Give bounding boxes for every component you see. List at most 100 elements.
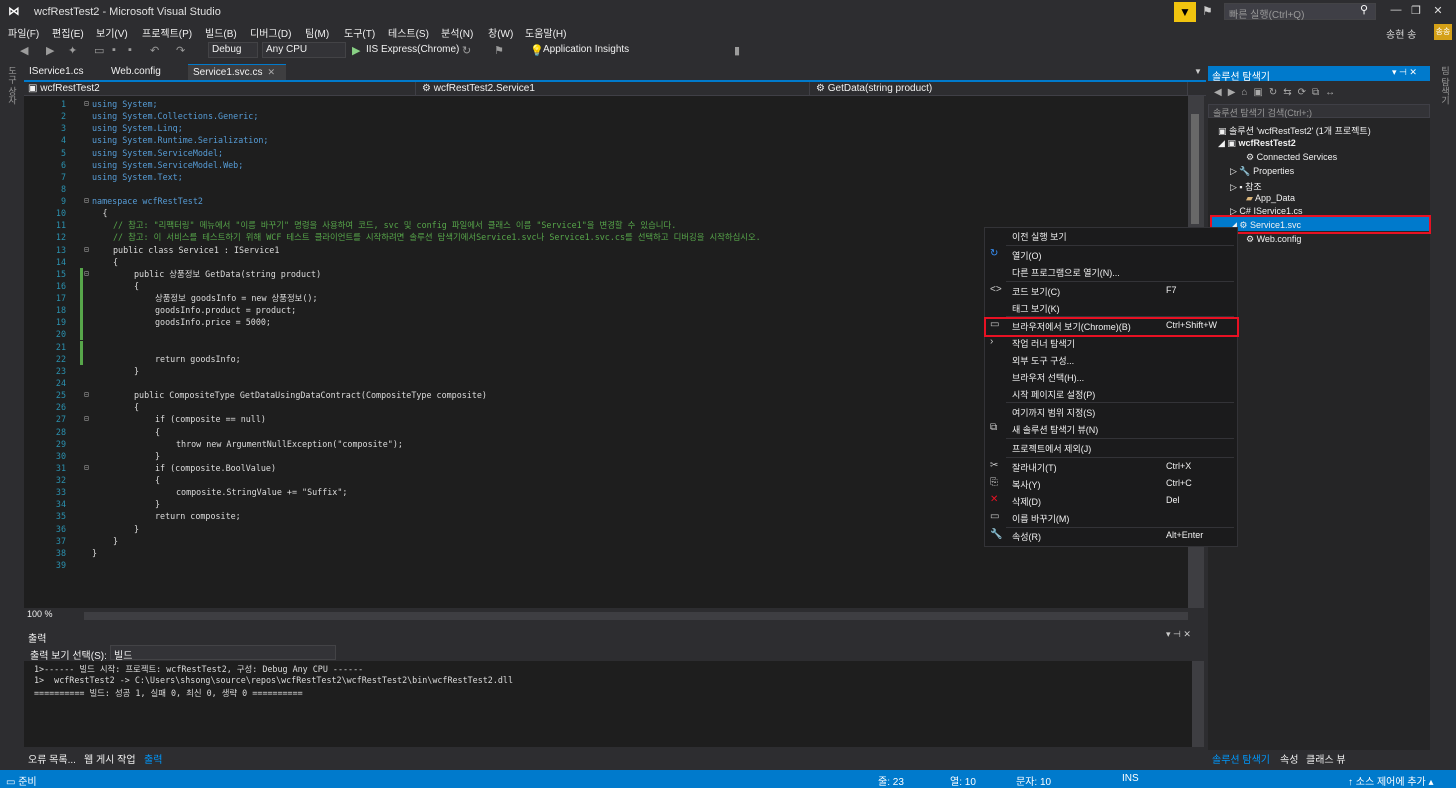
fold-toggle-icon[interactable]: ⊟: [84, 195, 89, 207]
toolbox-tab[interactable]: 도구 상자: [6, 66, 19, 105]
context-menu-item[interactable]: 여기까지 범위 지정(S): [984, 404, 1238, 420]
context-menu-item[interactable]: 다른 프로그램으로 열기(N)...: [984, 264, 1238, 280]
tab-iservice1[interactable]: IService1.cs: [24, 64, 88, 80]
tab-service1-svc-cs[interactable]: Service1.svc.cs ✕: [188, 64, 286, 80]
refresh-icon[interactable]: ↻: [462, 44, 471, 57]
maximize-icon[interactable]: ❐: [1406, 4, 1426, 20]
menu-item[interactable]: 창(W): [488, 25, 513, 40]
close-tab-icon[interactable]: ✕: [267, 67, 275, 77]
browser-link-icon[interactable]: ⚑: [494, 44, 504, 57]
zoom-level[interactable]: 100 %: [27, 609, 53, 619]
redo-icon[interactable]: ↷: [176, 44, 185, 57]
context-menu-item[interactable]: <> 코드 보기(C) F7: [984, 283, 1238, 299]
output-window-controls-icon[interactable]: ▾ ⊣ ✕: [1166, 629, 1191, 640]
line-number: 34: [55, 499, 66, 510]
tab-list-icon[interactable]: ▼: [1194, 67, 1202, 76]
context-menu-item[interactable]: 브라우저 선택(H)...: [984, 369, 1238, 385]
tab-solution-explorer[interactable]: 솔루션 탐색기: [1212, 751, 1270, 766]
bookmark-icon[interactable]: ▮: [734, 44, 740, 57]
menu-item[interactable]: 보기(V): [96, 25, 128, 40]
tree-item-app-data[interactable]: ▰ App_Data: [1246, 193, 1295, 204]
quick-launch-input[interactable]: 빠른 실행(Ctrl+Q): [1224, 3, 1376, 21]
menu-item[interactable]: 프로젝트(P): [142, 25, 192, 40]
platform-dropdown[interactable]: Any CPU: [262, 42, 346, 58]
menu-item[interactable]: 디버그(D): [250, 25, 291, 40]
tree-item-solution[interactable]: ▣ 솔루션 'wcfRestTest2' (1개 프로젝트): [1218, 124, 1371, 137]
notification-filter-icon[interactable]: ▼: [1174, 2, 1196, 22]
menu-item[interactable]: 도움말(H): [525, 25, 566, 40]
avatar[interactable]: 송송: [1434, 24, 1452, 40]
output-source-dropdown[interactable]: 빌드: [110, 645, 336, 662]
context-menu-item[interactable]: ⎘ 복사(Y) Ctrl+C: [984, 476, 1238, 492]
context-menu-label: 여기까지 범위 지정(S): [1012, 408, 1096, 418]
menu-item[interactable]: 빌드(B): [205, 25, 237, 40]
solution-search-input[interactable]: 솔루션 탐색기 검색(Ctrl+;): [1208, 104, 1430, 118]
back-icon[interactable]: ◀: [20, 44, 28, 57]
undo-icon[interactable]: ↶: [150, 44, 159, 57]
solution-explorer-toolbar[interactable]: ◀▶⌂▣↻⇆⟳⧉↔: [1208, 84, 1430, 100]
output-scrollbar[interactable]: [1192, 661, 1204, 747]
context-menu-item[interactable]: › 작업 러너 탐색기: [984, 335, 1238, 351]
play-icon[interactable]: ▶: [352, 44, 360, 57]
editor-scroll-thumb[interactable]: [1191, 114, 1199, 224]
save-all-icon[interactable]: ▪: [128, 44, 132, 56]
context-menu-item[interactable]: ✂ 잘라내기(T) Ctrl+X: [984, 459, 1238, 475]
tree-item-references[interactable]: ▷ ▪ 참조: [1230, 180, 1262, 193]
context-menu-item[interactable]: ↻ 열기(O): [984, 247, 1238, 263]
fold-toggle-icon[interactable]: ⊟: [84, 268, 89, 280]
context-menu-item[interactable]: ⧉ 새 솔루션 탐색기 뷰(N): [984, 421, 1238, 437]
tab-web-config[interactable]: Web.config: [106, 64, 166, 80]
editor-horizontal-scrollbar[interactable]: [84, 612, 1188, 620]
tree-item-project[interactable]: ◢ ▣ wcfRestTest2: [1218, 138, 1296, 149]
fold-toggle-icon[interactable]: ⊟: [84, 98, 89, 110]
solution-explorer-controls-icon[interactable]: ▾ ⊣ ✕: [1392, 67, 1417, 78]
context-menu-item[interactable]: ▭ 이름 바꾸기(M): [984, 510, 1238, 526]
open-icon[interactable]: ▭: [94, 44, 104, 57]
run-target-button[interactable]: IIS Express(Chrome): [366, 44, 459, 55]
add-to-source-control[interactable]: ↑ 소스 제어에 추가 ▴: [1348, 773, 1434, 788]
tree-item-properties[interactable]: ▷ 🔧 Properties: [1230, 166, 1294, 177]
save-icon[interactable]: ▪: [112, 44, 116, 56]
tab-error-list[interactable]: 오류 목록...: [28, 751, 76, 766]
application-insights-button[interactable]: Application Insights: [543, 44, 629, 55]
menu-item[interactable]: 분석(N): [441, 25, 473, 40]
member-dropdown[interactable]: ⚙ GetData(string product): [812, 82, 1188, 96]
menu-item[interactable]: 편집(E): [52, 25, 84, 40]
menu-item[interactable]: 도구(T): [344, 25, 375, 40]
code-text: using System.Text;: [92, 171, 183, 182]
feedback-icon[interactable]: ⚑: [1202, 4, 1218, 20]
project-dropdown[interactable]: ▣ wcfRestTest2: [24, 82, 416, 96]
team-explorer-tab[interactable]: 팀 탐색기: [1439, 66, 1452, 105]
menu-item[interactable]: 테스트(S): [388, 25, 429, 40]
forward-icon[interactable]: ▶: [46, 44, 54, 57]
context-menu-label: 열기(O): [1012, 251, 1042, 261]
output-pane[interactable]: 1>------ 빌드 시작: 프로젝트: wcfRestTest2, 구성: …: [24, 661, 1192, 747]
menu-item[interactable]: 팀(M): [305, 25, 329, 40]
context-menu-label: 이전 실행 보기: [1012, 232, 1067, 242]
context-menu-item[interactable]: 외부 도구 구성...: [984, 352, 1238, 368]
context-menu-item[interactable]: 태그 보기(K): [984, 300, 1238, 316]
new-project-icon[interactable]: ✦: [68, 44, 77, 57]
tab-properties[interactable]: 속성: [1280, 751, 1298, 766]
menu-item[interactable]: 파일(F): [8, 25, 39, 40]
configuration-dropdown[interactable]: Debug: [208, 42, 258, 58]
minimize-icon[interactable]: —: [1386, 4, 1406, 20]
tree-item-connected-services[interactable]: ⚙ Connected Services: [1246, 152, 1337, 163]
tab-web-publish[interactable]: 웹 게시 작업: [84, 751, 136, 766]
fold-toggle-icon[interactable]: ⊟: [84, 462, 89, 474]
fold-toggle-icon[interactable]: ⊟: [84, 244, 89, 256]
fold-toggle-icon[interactable]: ⊟: [84, 413, 89, 425]
user-name[interactable]: 송현 송: [1386, 26, 1416, 41]
close-icon[interactable]: ✕: [1428, 4, 1448, 20]
code-text: {: [102, 208, 108, 219]
context-menu-item[interactable]: 프로젝트에서 제외(J): [984, 440, 1238, 456]
tab-class-view[interactable]: 클래스 뷰: [1306, 751, 1346, 766]
tree-item-web-config[interactable]: ⚙ Web.config: [1246, 234, 1301, 245]
tab-output[interactable]: 출력: [144, 751, 162, 766]
context-menu-item[interactable]: ✕ 삭제(D) Del: [984, 493, 1238, 509]
class-dropdown[interactable]: ⚙ wcfRestTest2.Service1: [418, 82, 810, 96]
context-menu-item[interactable]: 이전 실행 보기: [984, 228, 1238, 244]
fold-toggle-icon[interactable]: ⊟: [84, 389, 89, 401]
context-menu-item[interactable]: 시작 페이지로 설정(P): [984, 386, 1238, 402]
context-menu-item[interactable]: 🔧 속성(R) Alt+Enter: [984, 528, 1238, 544]
